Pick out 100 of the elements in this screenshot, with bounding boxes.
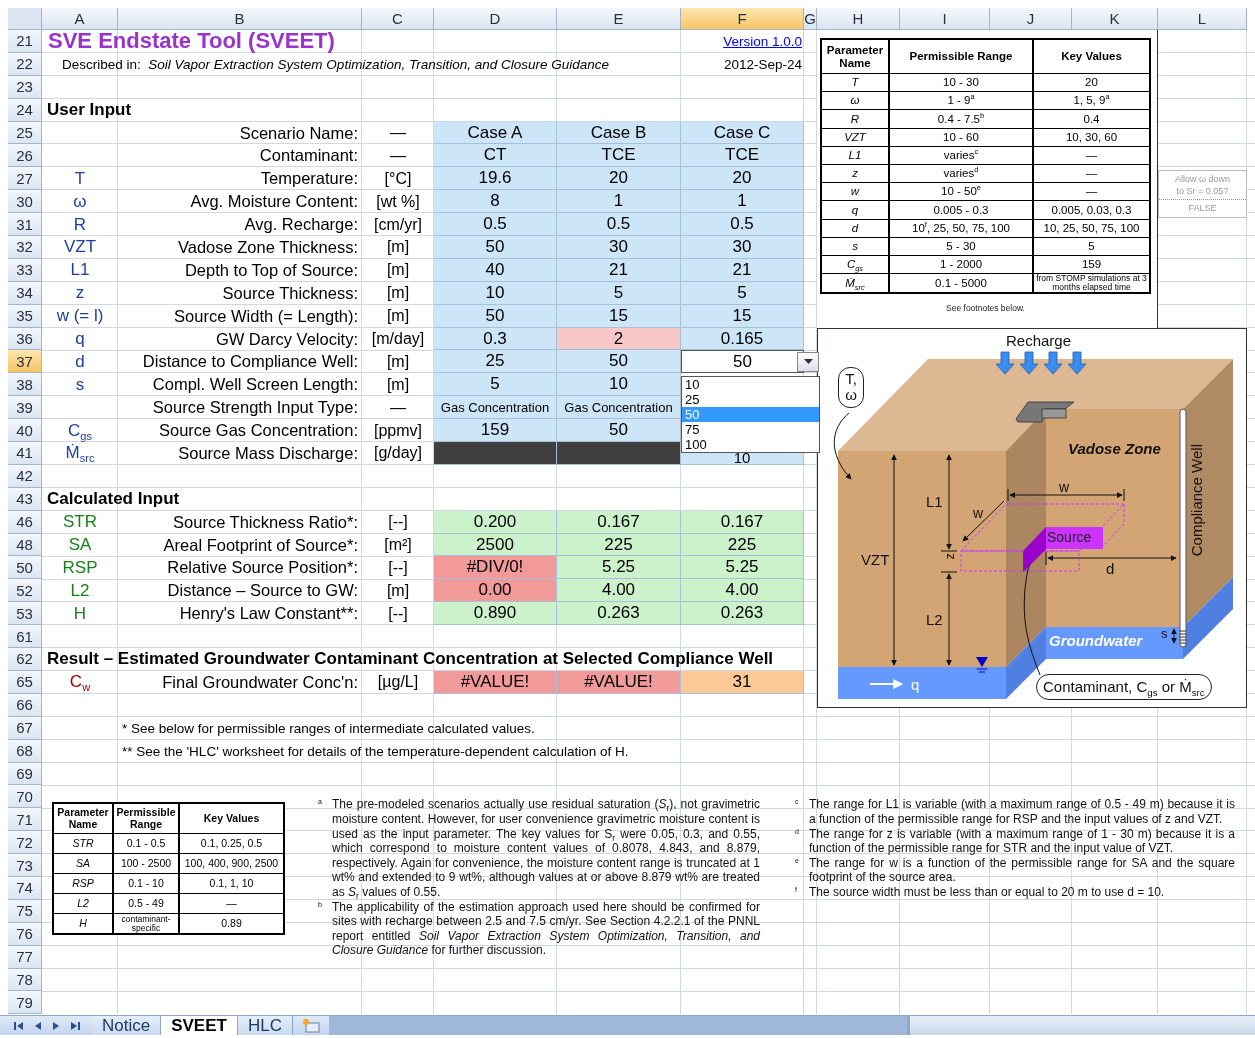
input-cell[interactable]: 15 [681, 304, 804, 328]
input-cell[interactable]: 8 [434, 190, 557, 214]
input-cell[interactable]: TCE [681, 144, 804, 168]
input-cell[interactable]: 0.5 [681, 213, 804, 236]
row-header[interactable]: 24 [8, 98, 42, 122]
row-header[interactable]: 42 [8, 464, 42, 488]
column-header[interactable]: F [681, 8, 804, 30]
column-header[interactable]: H [817, 8, 900, 30]
last-arrow-icon[interactable] [71, 1020, 80, 1031]
input-cell[interactable]: 159 [434, 419, 557, 443]
row-header[interactable]: 62 [8, 648, 42, 671]
row-header[interactable]: 79 [8, 991, 42, 1015]
next-arrow-icon[interactable] [53, 1020, 59, 1031]
input-cell[interactable]: 50 [681, 350, 804, 374]
input-cell[interactable]: CT [434, 144, 557, 168]
row-header[interactable]: 31 [8, 213, 42, 236]
column-header[interactable]: K [1072, 8, 1158, 30]
row-header[interactable]: 66 [8, 693, 42, 717]
row-header[interactable]: 52 [8, 579, 42, 603]
dropdown-button[interactable] [797, 351, 819, 372]
input-cell[interactable]: 0.5 [434, 213, 557, 236]
input-cell[interactable]: 5 [557, 281, 681, 305]
input-cell[interactable]: 25 [434, 350, 557, 374]
row-header[interactable]: 75 [8, 899, 42, 923]
row-header[interactable]: 35 [8, 304, 42, 328]
input-cell[interactable]: 19.6 [434, 167, 557, 191]
column-header[interactable]: J [990, 8, 1072, 30]
input-cell[interactable]: 5 [681, 281, 804, 305]
input-cell[interactable]: Case C [681, 121, 804, 145]
input-cell[interactable]: 1 [681, 190, 804, 214]
row-header[interactable]: 69 [8, 762, 42, 786]
input-cell[interactable]: 15 [557, 304, 681, 328]
row-header[interactable]: 53 [8, 602, 42, 626]
column-header[interactable]: C [362, 8, 434, 30]
input-cell[interactable]: Case A [434, 121, 557, 145]
row-header[interactable]: 70 [8, 785, 42, 809]
input-cell[interactable]: 21 [557, 258, 681, 282]
row-header[interactable]: 21 [8, 30, 42, 53]
input-cell[interactable]: 20 [557, 167, 681, 191]
row-header[interactable]: 74 [8, 876, 42, 900]
row-header[interactable]: 72 [8, 831, 42, 855]
input-cell[interactable]: TCE [557, 144, 681, 168]
input-cell[interactable]: 50 [434, 304, 557, 328]
row-header[interactable]: 71 [8, 808, 42, 832]
input-cell[interactable]: 5 [434, 373, 557, 397]
input-cell[interactable]: Gas Concentration [557, 396, 681, 420]
input-cell[interactable]: 30 [681, 236, 804, 259]
input-cell[interactable]: 21 [681, 258, 804, 282]
row-header[interactable]: 77 [8, 945, 42, 969]
previous-arrow-icon[interactable] [35, 1020, 41, 1031]
first-arrow-icon[interactable] [14, 1020, 23, 1031]
input-cell[interactable]: 0.3 [434, 327, 557, 351]
row-header[interactable]: 46 [8, 510, 42, 534]
row-header[interactable]: 23 [8, 75, 42, 99]
sheet-tab[interactable]: HLC [237, 1016, 293, 1035]
input-cell[interactable]: Gas Concentration [434, 396, 557, 420]
dropdown-option[interactable]: 25 [682, 392, 819, 407]
input-cell[interactable]: 10 [434, 281, 557, 305]
input-cell[interactable]: 30 [557, 236, 681, 259]
column-header[interactable]: A [42, 8, 118, 30]
input-cell[interactable]: 50 [557, 419, 681, 443]
row-header[interactable]: 38 [8, 373, 42, 397]
row-header[interactable]: 22 [8, 52, 42, 76]
input-cell[interactable]: 10 [557, 373, 681, 397]
row-header[interactable]: 34 [8, 281, 42, 305]
scroll-bar[interactable] [907, 1016, 1255, 1035]
row-header[interactable]: 67 [8, 716, 42, 740]
column-header[interactable]: B [118, 8, 362, 30]
row-header[interactable]: 76 [8, 922, 42, 946]
row-header[interactable]: 68 [8, 739, 42, 763]
column-header[interactable]: D [434, 8, 557, 30]
row-header[interactable]: 36 [8, 327, 42, 351]
row-header[interactable]: 61 [8, 625, 42, 649]
row-header[interactable]: 27 [8, 167, 42, 191]
version-link[interactable]: Version 1.0.0 [723, 33, 802, 49]
row-header[interactable]: 50 [8, 556, 42, 580]
row-header[interactable]: 30 [8, 190, 42, 214]
row-header[interactable]: 48 [8, 533, 42, 557]
dropdown-option[interactable]: 75 [682, 422, 819, 437]
row-header[interactable]: 43 [8, 487, 42, 511]
dropdown-option[interactable]: 10 [682, 377, 819, 392]
row-header[interactable]: 39 [8, 396, 42, 420]
column-header[interactable]: I [900, 8, 990, 30]
input-cell[interactable]: Case B [557, 121, 681, 145]
input-cell[interactable] [434, 442, 557, 465]
input-cell[interactable]: 50 [557, 350, 681, 374]
row-header[interactable]: 25 [8, 121, 42, 145]
row-header[interactable]: 65 [8, 670, 42, 694]
row-header[interactable]: 37 [8, 350, 42, 374]
input-cell[interactable]: 0.165 [681, 327, 804, 351]
input-cell[interactable]: 1 [557, 190, 681, 214]
column-header[interactable]: G [804, 8, 817, 30]
row-header[interactable]: 41 [8, 442, 42, 465]
sheet-tab[interactable]: Notice [92, 1016, 162, 1035]
input-cell[interactable]: 0.5 [557, 213, 681, 236]
row-header[interactable]: 32 [8, 236, 42, 259]
row-header[interactable]: 73 [8, 854, 42, 877]
input-cell[interactable]: 40 [434, 258, 557, 282]
input-cell[interactable] [557, 442, 681, 465]
row-header[interactable]: 78 [8, 968, 42, 992]
